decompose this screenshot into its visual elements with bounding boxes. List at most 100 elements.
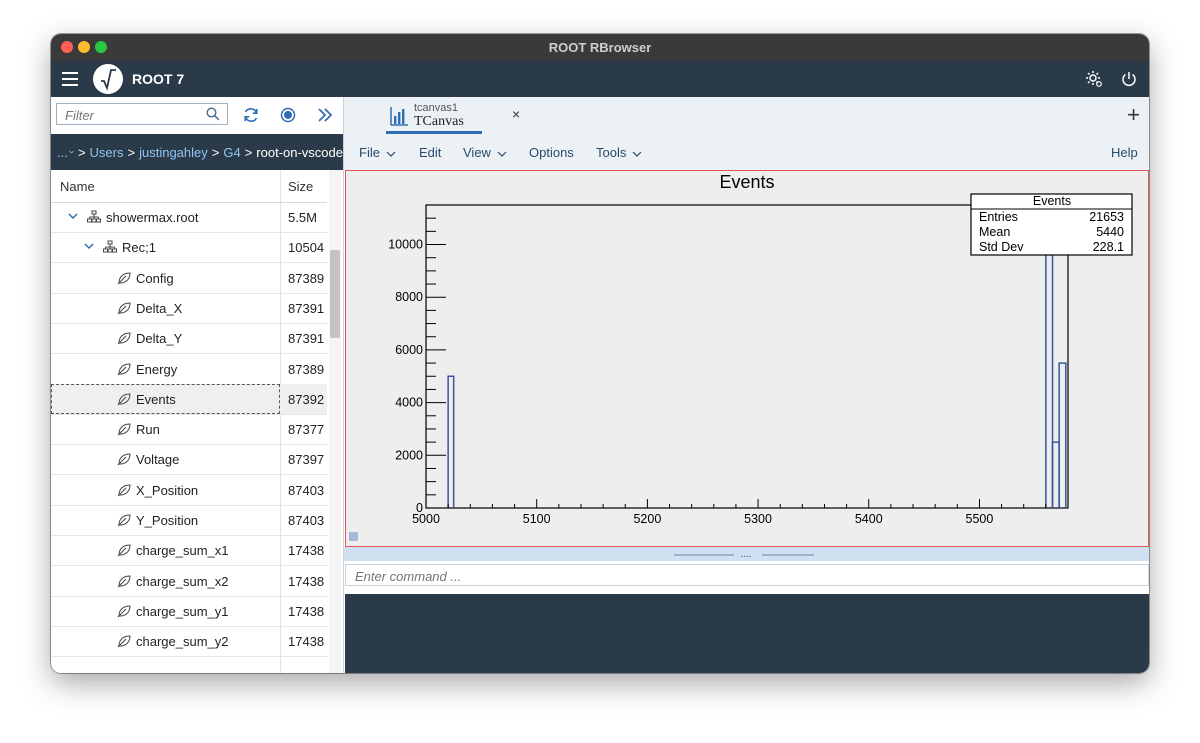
hamburger-menu-icon[interactable] [62, 72, 78, 86]
table-row[interactable]: Config 87389 [51, 263, 327, 294]
table-row[interactable]: Delta_X 87391 [51, 293, 327, 324]
y-tick-label: 8000 [395, 290, 423, 304]
add-tab-button[interactable]: + [1127, 102, 1140, 128]
name-cell[interactable]: Voltage [51, 444, 280, 474]
stats-title: Events [1033, 194, 1071, 208]
stats-box[interactable]: Events Entries 21653 Mean 5440 Std Dev 2… [970, 193, 1133, 256]
row-name: charge_sum_x2 [136, 573, 229, 589]
splitter-handle[interactable]: .... [740, 549, 751, 560]
stats-label-mean: Mean [979, 225, 1010, 239]
table-header: Name Size [51, 170, 327, 203]
column-header-size[interactable]: Size [288, 179, 313, 194]
scrollbar-thumb[interactable] [330, 250, 340, 338]
menu-help-label: Help [1111, 145, 1138, 160]
table-row[interactable]: Rec;1 10504 [51, 232, 327, 264]
leaf-icon [117, 514, 131, 527]
leaf-icon [117, 605, 131, 618]
histogram-bin-2[interactable] [1051, 441, 1060, 508]
row-name: Config [136, 270, 174, 286]
table-row[interactable]: charge_sum_y2 17438 [51, 626, 327, 658]
close-window-button[interactable] [61, 41, 73, 53]
command-field[interactable] [345, 564, 1149, 586]
row-size: 87389 [288, 361, 325, 377]
menu-help[interactable]: Help [1111, 145, 1138, 160]
table-row[interactable]: Y_Position 87403 [51, 505, 327, 536]
x-tick-label: 5200 [633, 512, 661, 526]
leaf-icon [117, 423, 131, 436]
row-size: 10504 [288, 240, 325, 256]
name-cell[interactable]: Y_Position [51, 505, 280, 535]
name-cell[interactable]: Events [51, 383, 280, 414]
name-cell[interactable]: Delta_Y [51, 323, 280, 353]
breadcrumb-item-user[interactable]: justingahley [139, 145, 208, 160]
table-row[interactable]: charge_sum_y1 17438 [51, 596, 327, 627]
settings-gear-icon[interactable] [1085, 70, 1103, 88]
rbrowser-window: ROOT RBrowser ROOT 7 Filter ... > Users … [51, 34, 1149, 673]
name-cell[interactable]: Delta_X [51, 293, 280, 323]
menu-file[interactable]: File [359, 145, 396, 160]
table-row[interactable]: Energy 87389 [51, 354, 327, 385]
search-icon[interactable] [206, 107, 220, 121]
tab-tcanvas[interactable]: tcanvas1 TCanvas × [386, 97, 520, 134]
breadcrumb-ellipsis[interactable]: ... [57, 145, 68, 160]
leaf-icon [117, 362, 131, 375]
name-cell[interactable]: showermax.root [51, 202, 280, 232]
table-row[interactable]: showermax.root 5.5M [51, 202, 327, 233]
histogram-bin-3[interactable] [1058, 362, 1067, 508]
breadcrumb-item-g4[interactable]: G4 [223, 145, 240, 160]
name-cell[interactable]: X_Position [51, 475, 280, 505]
table-row[interactable]: Events 87392 [51, 383, 327, 415]
refresh-icon[interactable] [241, 105, 261, 125]
double-chevron-right-icon[interactable] [315, 105, 335, 125]
breadcrumb-item-users[interactable]: Users [90, 145, 124, 160]
zoom-window-button[interactable] [95, 41, 107, 53]
table-row[interactable]: Delta_Y 87391 [51, 323, 327, 355]
canvas-corner-marker[interactable] [349, 532, 358, 541]
command-input[interactable] [353, 566, 1137, 586]
record-icon[interactable] [278, 105, 298, 125]
name-cell[interactable]: Energy [51, 354, 280, 384]
menu-edit[interactable]: Edit [419, 145, 441, 160]
window-title: ROOT RBrowser [548, 40, 652, 55]
name-cell[interactable]: charge_sum_x2 [51, 566, 280, 596]
power-icon[interactable] [1120, 70, 1138, 88]
tree-scrollbar[interactable] [329, 170, 341, 673]
table-row[interactable]: X_Position 87403 [51, 475, 327, 506]
menu-view[interactable]: View [463, 145, 507, 160]
leaf-icon [117, 575, 131, 587]
name-cell[interactable]: charge_sum_x1 [51, 535, 280, 565]
name-cell[interactable]: charge_sum_y1 [51, 596, 280, 626]
stats-label-stddev: Std Dev [979, 240, 1024, 254]
row-name: Rec;1 [122, 240, 156, 256]
breadcrumb: ... > Users > justingahley > G4 > root-o… [51, 134, 343, 170]
chevron-down-icon [632, 151, 642, 157]
filter-input[interactable] [63, 105, 207, 125]
name-cell[interactable]: Run [51, 414, 280, 444]
row-name: showermax.root [106, 210, 199, 225]
name-cell[interactable]: Rec;1 [51, 232, 280, 262]
tcanvas-area[interactable]: Events 5000 5100 5200 5300 5400 5500 0 2000 4000… [345, 170, 1149, 547]
table-row[interactable]: Run 87377 [51, 414, 327, 446]
panel-splitter[interactable]: .... [344, 547, 1149, 561]
menu-options[interactable]: Options [529, 145, 574, 160]
leaf-icon [117, 544, 131, 557]
name-cell[interactable]: charge_sum_y2 [51, 626, 280, 656]
table-row[interactable]: charge_sum_x2 17438 [51, 566, 327, 597]
table-row[interactable]: charge_sum_x1 17438 [51, 535, 327, 567]
minimize-window-button[interactable] [78, 41, 90, 53]
tab-subtitle: tcanvas1 [414, 102, 459, 114]
menu-tools[interactable]: Tools [596, 145, 642, 160]
name-cell[interactable]: Config [51, 263, 280, 293]
chevron-down-icon[interactable] [69, 148, 74, 156]
chevron-down-icon[interactable] [67, 210, 79, 222]
row-name: X_Position [136, 482, 199, 498]
histogram-bin-0[interactable] [447, 375, 455, 508]
column-header-name[interactable]: Name [60, 179, 95, 194]
histogram-chart[interactable]: Events 5000 5100 5200 5300 5400 5500020004000… [346, 171, 1148, 546]
chevron-down-icon[interactable] [83, 240, 95, 252]
filter-field[interactable] [56, 103, 228, 125]
table-row[interactable]: Voltage 87397 [51, 444, 327, 476]
canvas-panel: tcanvas1 TCanvas × + File Edit View Opti… [343, 97, 1149, 673]
x-tick-label: 5500 [966, 512, 994, 526]
tab-close-icon[interactable]: × [512, 106, 520, 122]
